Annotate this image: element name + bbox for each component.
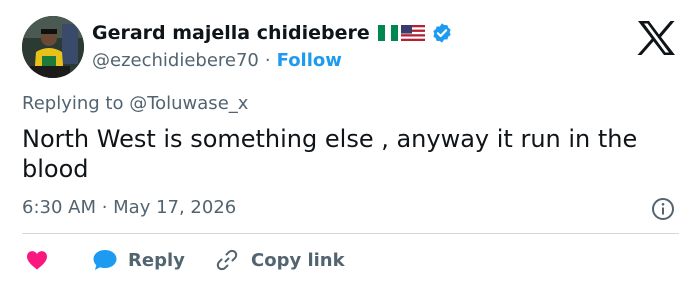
author-handle-row: @ezechidiebere70 · Follow bbox=[92, 48, 342, 72]
avatar-image bbox=[22, 16, 84, 78]
verified-badge-icon[interactable] bbox=[431, 22, 453, 44]
author-name-row: Gerard majella chidiebere bbox=[92, 21, 453, 45]
follow-button[interactable]: Follow bbox=[277, 50, 342, 71]
reply-label: Reply bbox=[128, 249, 185, 271]
nigeria-flag-icon bbox=[377, 25, 398, 41]
heart-icon bbox=[27, 251, 47, 270]
reply-button[interactable]: Reply bbox=[92, 247, 185, 273]
like-button[interactable] bbox=[26, 247, 48, 273]
author-name[interactable]: Gerard majella chidiebere bbox=[92, 22, 370, 44]
avatar[interactable] bbox=[22, 16, 84, 78]
author-handle[interactable]: @ezechidiebere70 bbox=[92, 50, 259, 71]
chat-bubble-icon bbox=[93, 250, 117, 270]
us-flag-icon bbox=[400, 25, 425, 41]
x-logo-icon[interactable] bbox=[636, 20, 676, 56]
divider bbox=[22, 233, 679, 234]
separator-dot: · bbox=[264, 49, 271, 71]
link-icon bbox=[216, 249, 238, 271]
copy-link-button[interactable]: Copy link bbox=[215, 247, 345, 273]
copy-link-label: Copy link bbox=[251, 249, 345, 271]
tweet-timestamp[interactable]: 6:30 AM · May 17, 2026 bbox=[22, 197, 236, 218]
info-icon[interactable] bbox=[651, 197, 675, 221]
tweet-text: North West is something else , anyway it… bbox=[22, 125, 638, 183]
replying-to-text: Replying to @Toluwase_x bbox=[22, 93, 249, 114]
